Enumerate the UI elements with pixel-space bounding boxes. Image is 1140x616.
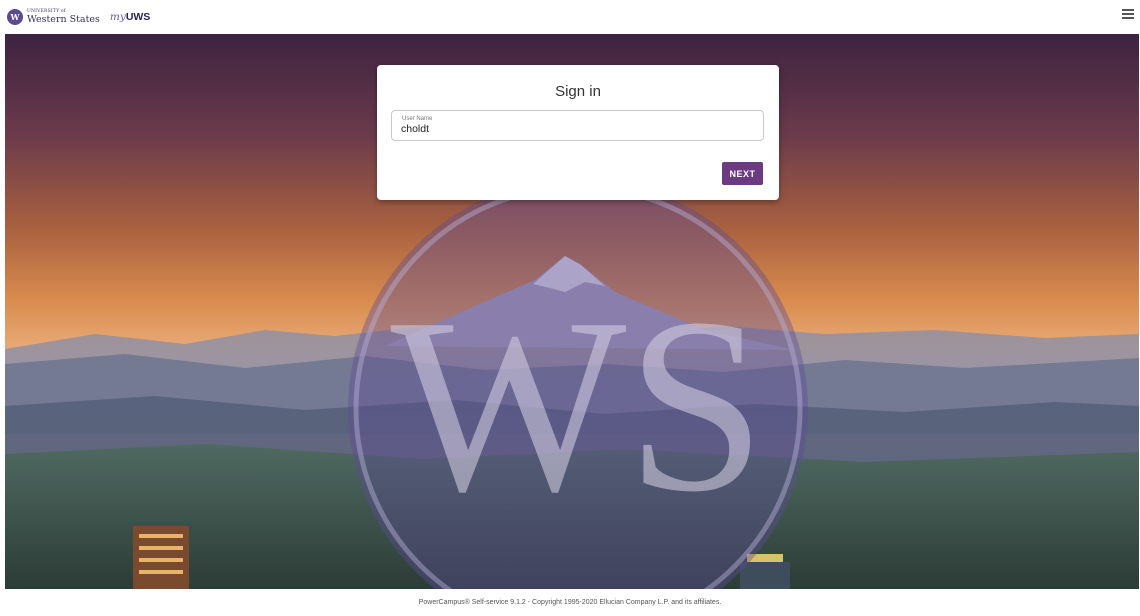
logo-name-text: Western States	[27, 13, 100, 25]
app-brand-prefix: my	[109, 11, 126, 23]
signin-title: Sign in	[555, 83, 601, 100]
hamburger-menu-icon[interactable]	[1122, 9, 1134, 19]
next-button[interactable]: NEXT	[722, 162, 763, 185]
top-header: W UNIVERSITY of Western States myUWS	[0, 0, 1140, 34]
app-brand: myUWS	[110, 11, 150, 23]
logo-wordmark: UNIVERSITY of Western States	[27, 9, 100, 25]
university-seal-icon: W	[7, 9, 23, 25]
app-brand-main: UWS	[125, 11, 151, 23]
username-input[interactable]	[401, 123, 741, 135]
ws-watermark-text: WS	[391, 267, 766, 544]
username-field[interactable]: User Name	[391, 110, 764, 141]
username-label: User Name	[402, 116, 433, 122]
signin-card: Sign in User Name NEXT	[377, 65, 779, 200]
footer-copyright: PowerCampus® Self-service 9.1.2 - Copyri…	[418, 599, 722, 606]
university-logo[interactable]: W UNIVERSITY of Western States myUWS	[7, 9, 150, 25]
